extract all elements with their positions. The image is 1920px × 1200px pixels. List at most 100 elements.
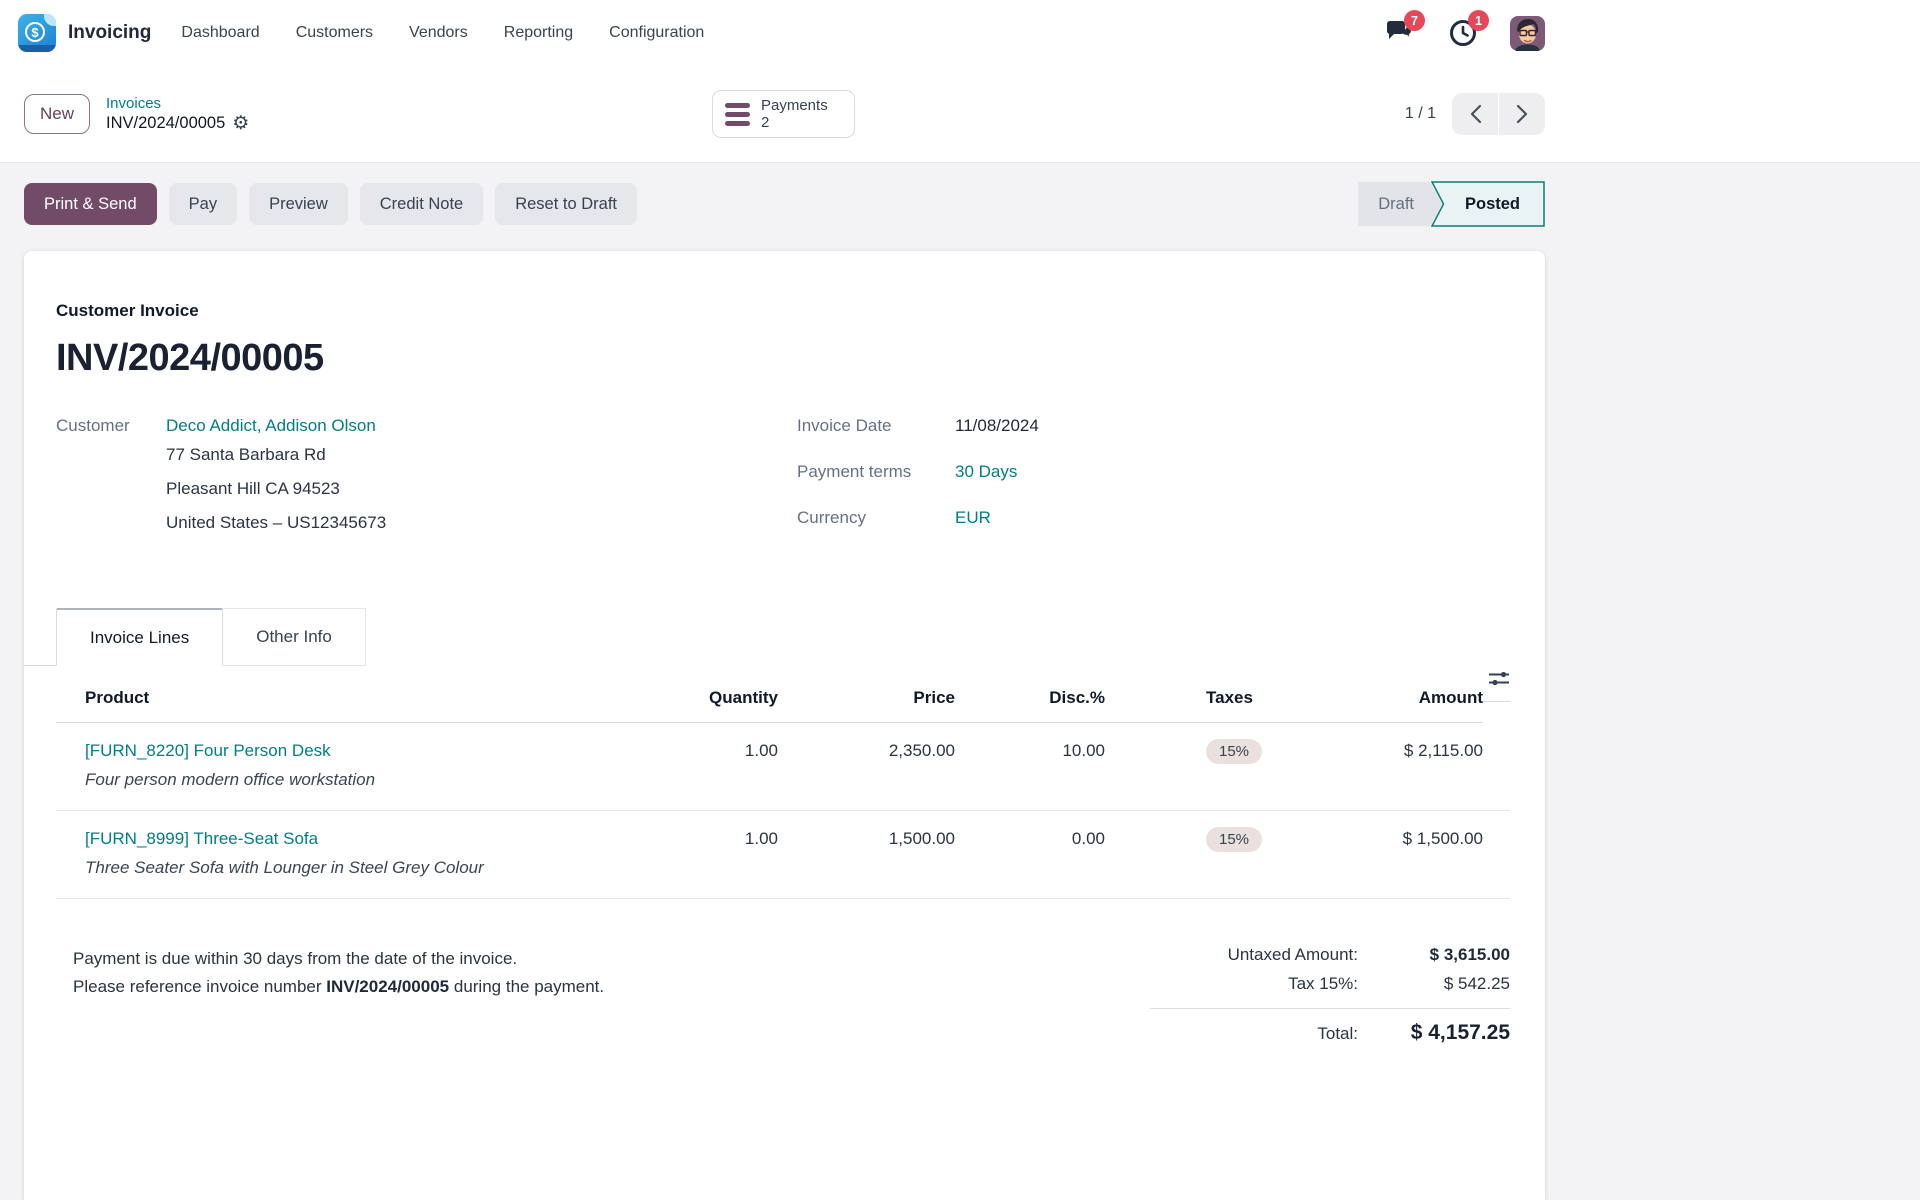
tab-invoice-lines[interactable]: Invoice Lines <box>56 608 224 666</box>
payment-terms-note: Payment is due within 30 days from the d… <box>56 945 604 1054</box>
invoice-sheet: Customer Invoice INV/2024/00005 Customer… <box>24 251 1545 1200</box>
status-posted[interactable]: Posted <box>1431 181 1545 227</box>
settings-gear-icon[interactable]: ⚙ <box>232 114 249 133</box>
main-menu: Dashboard Customers Vendors Reporting Co… <box>181 24 704 42</box>
pager-next-button[interactable] <box>1499 93 1545 135</box>
customer-link[interactable]: Deco Addict, Addison Olson <box>166 416 386 436</box>
untaxed-amount-row: Untaxed Amount: $ 3,615.00 <box>1150 945 1510 965</box>
page-body: Print & Send Pay Preview Credit Note Res… <box>0 162 1920 1200</box>
activities-button[interactable]: 1 <box>1446 10 1489 50</box>
pay-button[interactable]: Pay <box>168 183 238 225</box>
quantity-cell: 1.00 <box>744 829 778 848</box>
credit-note-button[interactable]: Credit Note <box>359 183 484 225</box>
untaxed-amount-label: Untaxed Amount: <box>1227 945 1358 964</box>
discount-cell: 10.00 <box>1062 741 1105 760</box>
total-label: Total: <box>1317 1024 1358 1043</box>
taxes-cell: 15% <box>1105 723 1326 764</box>
product-link[interactable]: [FURN_8220] Four Person Desk <box>85 741 331 760</box>
payments-label: Payments <box>761 96 828 114</box>
top-navbar: $ Invoicing Dashboard Customers Vendors … <box>0 0 1920 66</box>
payments-smart-button[interactable]: Payments 2 <box>712 90 855 138</box>
total-row: Total: $ 4,157.25 <box>1150 1008 1510 1045</box>
messages-button[interactable]: 7 <box>1382 10 1425 50</box>
chevron-right-icon <box>1516 104 1527 124</box>
avatar-image <box>1510 15 1545 51</box>
menu-reporting[interactable]: Reporting <box>504 24 573 42</box>
price-cell: 2,350.00 <box>888 741 955 760</box>
invoicing-app-icon: $ <box>18 14 56 52</box>
note-line2: Please reference invoice number INV/2024… <box>73 977 605 996</box>
invoice-number-heading: INV/2024/00005 <box>56 337 324 379</box>
pager-nav <box>1452 93 1545 135</box>
product-cell: [FURN_8220] Four Person Desk Four person… <box>56 723 628 790</box>
discount-cell: 0.00 <box>1071 829 1105 848</box>
invoice-date-value[interactable]: 11/08/2024 <box>955 416 1039 436</box>
breadcrumb-current: INV/2024/00005 ⚙ <box>106 114 249 133</box>
breadcrumb: Invoices INV/2024/00005 ⚙ <box>106 95 249 133</box>
systray: 7 1 <box>1382 10 1545 51</box>
user-avatar[interactable] <box>1510 15 1545 51</box>
invoice-line-row: [FURN_8220] Four Person Desk Four person… <box>56 723 1510 811</box>
payment-terms-label: Payment terms <box>797 462 912 481</box>
quantity-cell: 1.00 <box>744 741 778 760</box>
payments-button-text: Payments 2 <box>761 97 828 132</box>
invoice-date-label: Invoice Date <box>797 416 892 435</box>
app-switcher[interactable]: $ Invoicing <box>18 14 151 52</box>
tab-other-info[interactable]: Other Info <box>223 608 366 666</box>
action-bar: Print & Send Pay Preview Credit Note Res… <box>0 163 1920 227</box>
status-draft[interactable]: Draft <box>1358 182 1442 226</box>
menu-configuration[interactable]: Configuration <box>609 24 704 42</box>
untaxed-amount-value: $ 3,615.00 <box>1429 945 1510 964</box>
table-header-row: Product Quantity Price Disc.% Taxes Amou… <box>56 666 1510 723</box>
menu-customers[interactable]: Customers <box>296 24 373 42</box>
tab-underline <box>24 665 56 666</box>
customer-block: Customer Deco Addict, Addison Olson 77 S… <box>56 416 386 554</box>
invoicing-app: $ Invoicing Dashboard Customers Vendors … <box>0 0 1920 1200</box>
print-and-send-button[interactable]: Print & Send <box>24 183 157 225</box>
pager: 1 / 1 <box>1405 93 1545 135</box>
statusbar: Draft Posted <box>1358 181 1545 227</box>
control-panel: New Invoices INV/2024/00005 ⚙ Payments 2… <box>0 66 1920 162</box>
customer-field-label: Customer <box>56 416 130 435</box>
breadcrumb-invoices-link[interactable]: Invoices <box>106 95 249 112</box>
chevron-left-icon <box>1470 104 1481 124</box>
optional-columns-button[interactable] <box>1483 666 1510 702</box>
col-header-discount: Disc.% <box>955 666 1105 723</box>
invoice-date-row: Invoice Date 11/08/2024 <box>797 416 1510 436</box>
messages-badge: 7 <box>1404 10 1425 31</box>
customer-address-line3: United States – US12345673 <box>166 513 387 532</box>
preview-button[interactable]: Preview <box>249 183 348 225</box>
dollar-coin-icon: $ <box>25 22 45 42</box>
product-link[interactable]: [FURN_8999] Three-Seat Sofa <box>85 829 318 848</box>
customer-value: Deco Addict, Addison Olson 77 Santa Barb… <box>166 416 386 554</box>
currency-row: Currency EUR <box>797 508 1510 528</box>
document-type-label: Customer Invoice <box>56 301 199 320</box>
tax-badge: 15% <box>1206 739 1263 764</box>
tax-row: Tax 15%: $ 542.25 <box>1150 974 1510 994</box>
invoice-lines-table: Product Quantity Price Disc.% Taxes Amou… <box>56 666 1510 899</box>
app-icon-base <box>18 45 56 52</box>
invoice-details-block: Invoice Date 11/08/2024 Payment terms 30… <box>797 416 1510 554</box>
payment-terms-link[interactable]: 30 Days <box>955 462 1017 482</box>
pager-previous-button[interactable] <box>1452 93 1498 135</box>
currency-link[interactable]: EUR <box>955 508 991 528</box>
currency-label: Currency <box>797 508 866 527</box>
tax-badge: 15% <box>1206 827 1263 852</box>
total-value: $ 4,157.25 <box>1410 1021 1510 1044</box>
payment-terms-row: Payment terms 30 Days <box>797 462 1510 482</box>
status-posted-label: Posted <box>1464 194 1520 213</box>
breadcrumb-current-label: INV/2024/00005 <box>106 114 226 132</box>
menu-dashboard[interactable]: Dashboard <box>181 24 259 42</box>
col-header-quantity: Quantity <box>628 666 778 723</box>
reset-to-draft-button[interactable]: Reset to Draft <box>495 183 638 225</box>
pager-value: 1 / 1 <box>1404 105 1436 122</box>
amount-cell: $ 1,500.00 <box>1402 829 1483 848</box>
product-cell: [FURN_8999] Three-Seat Sofa Three Seater… <box>56 811 628 878</box>
col-header-price: Price <box>778 666 955 723</box>
row-spacer <box>1483 811 1510 829</box>
totals-block: Untaxed Amount: $ 3,615.00 Tax 15%: $ 54… <box>1150 945 1510 1054</box>
menu-vendors[interactable]: Vendors <box>409 24 468 42</box>
sliders-icon <box>1489 671 1509 686</box>
col-header-product: Product <box>56 666 628 723</box>
new-button[interactable]: New <box>24 94 91 134</box>
